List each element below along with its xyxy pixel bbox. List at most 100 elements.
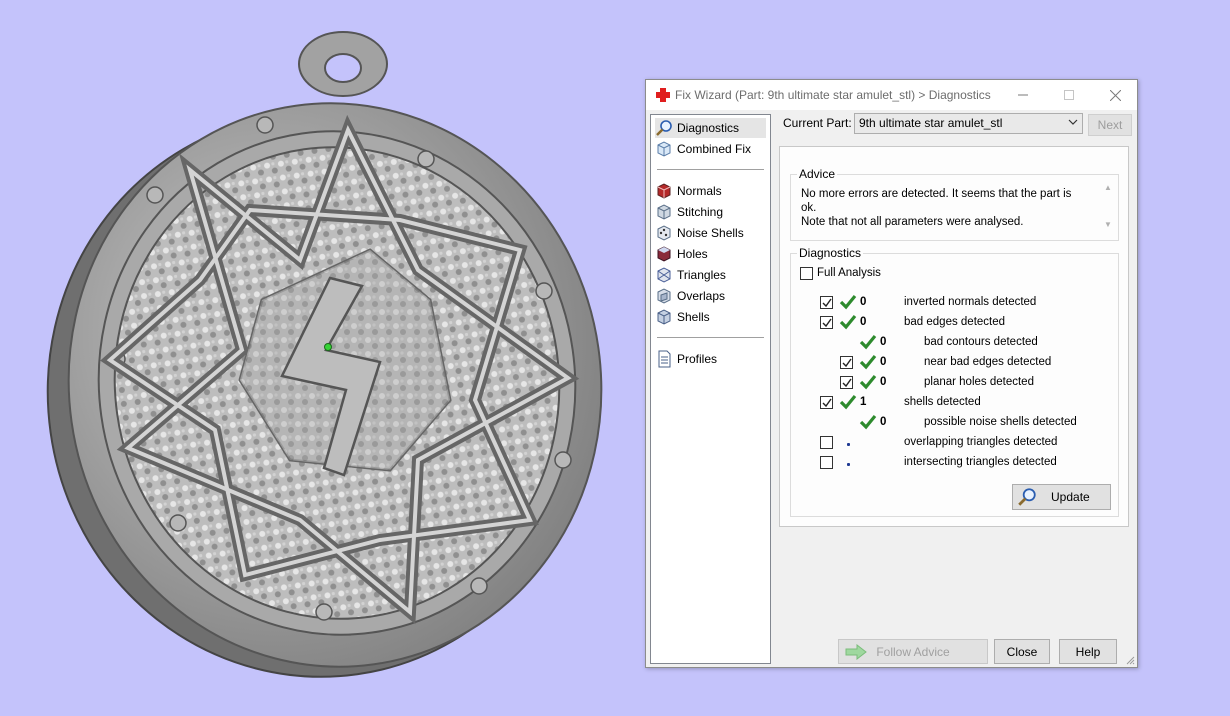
- close-button[interactable]: Close: [994, 639, 1050, 664]
- diagnostic-label: possible noise shells detected: [924, 416, 1077, 428]
- minimize-button[interactable]: [1000, 80, 1046, 110]
- follow-advice-button[interactable]: Follow Advice: [838, 639, 988, 664]
- nav-item-label: Diagnostics: [677, 121, 740, 135]
- diagnostic-count: 1: [860, 396, 867, 408]
- diagnostic-count: 0: [860, 316, 867, 328]
- scroll-down-icon[interactable]: ▼: [1104, 220, 1112, 229]
- scroll-up-icon[interactable]: ▲: [1104, 183, 1112, 192]
- diagnostic-label: overlapping triangles detected: [904, 436, 1058, 448]
- stitching-cube-icon: [657, 204, 671, 220]
- nav-item-overlaps[interactable]: Overlaps: [655, 286, 766, 306]
- close-icon: [1109, 89, 1121, 101]
- green-check-icon: [859, 374, 877, 390]
- overlaps-cube-icon: [657, 288, 671, 304]
- 3d-viewport[interactable]: [0, 0, 640, 713]
- nav-item-stitching[interactable]: Stitching: [655, 202, 766, 222]
- diagnostic-label: inverted normals detected: [904, 296, 1037, 308]
- document-icon: [658, 350, 671, 368]
- diagnostic-label: near bad edges detected: [924, 356, 1052, 368]
- nav-item-label: Combined Fix: [677, 142, 752, 156]
- nav-item-label: Stitching: [677, 205, 724, 219]
- close-window-button[interactable]: [1092, 80, 1138, 110]
- diagnostic-count: 0: [880, 336, 887, 348]
- pending-dot-icon: [847, 463, 850, 466]
- diagnostic-label: shells detected: [904, 396, 981, 408]
- nav-divider: [657, 169, 764, 170]
- green-check-icon: [859, 334, 877, 350]
- inverted-normals-checkbox[interactable]: [820, 296, 833, 309]
- update-button[interactable]: Update: [1012, 484, 1111, 510]
- maximize-icon: [1064, 90, 1074, 100]
- nav-item-label: Normals: [677, 184, 722, 198]
- nav-item-profiles[interactable]: Profiles: [655, 349, 766, 369]
- nav-item-shells[interactable]: Shells: [655, 307, 766, 327]
- diagnostic-label: intersecting triangles detected: [904, 456, 1057, 468]
- full-analysis-checkbox[interactable]: [800, 267, 813, 280]
- overlapping-triangles-checkbox[interactable]: [820, 436, 833, 449]
- bad-edges-checkbox[interactable]: [820, 316, 833, 329]
- magnifier-icon: [656, 120, 672, 136]
- advice-text: No more errors are detected. It seems th…: [801, 187, 1089, 229]
- green-check-icon: [839, 394, 857, 410]
- nav-item-label: Shells: [677, 310, 710, 324]
- checkmark-icon: [822, 298, 832, 307]
- nav-item-holes[interactable]: Holes: [655, 244, 766, 264]
- fix-wizard-dialog: Fix Wizard (Part: 9th ultimate star amul…: [645, 79, 1138, 668]
- diagnostic-count: 0: [860, 296, 867, 308]
- diagnostics-panel: Advice No more errors are detected. It s…: [779, 146, 1129, 527]
- diagnostic-label: bad contours detected: [924, 336, 1038, 348]
- current-part-label: Current Part:: [783, 116, 852, 130]
- nav-item-noise-shells[interactable]: Noise Shells: [655, 223, 766, 243]
- cube-icon: [657, 141, 671, 157]
- nav-divider: [657, 337, 764, 338]
- nav-item-label: Noise Shells: [677, 226, 744, 240]
- nav-item-label: Profiles: [677, 352, 718, 366]
- wizard-nav: Diagnostics Combined Fix Normals Stitchi…: [650, 114, 771, 664]
- nav-item-diagnostics[interactable]: Diagnostics: [655, 118, 766, 138]
- triangles-cube-icon: [657, 267, 671, 283]
- advice-scrollbar[interactable]: ▲ ▼: [1102, 183, 1114, 229]
- shells-checkbox[interactable]: [820, 396, 833, 409]
- green-check-icon: [839, 314, 857, 330]
- window-title: Fix Wizard (Part: 9th ultimate star amul…: [675, 88, 991, 102]
- nav-item-label: Triangles: [677, 268, 726, 282]
- green-check-icon: [859, 414, 877, 430]
- nav-item-combined-fix[interactable]: Combined Fix: [655, 139, 766, 159]
- red-cross-icon: [656, 88, 670, 102]
- advice-group: Advice No more errors are detected. It s…: [790, 167, 1119, 241]
- checkmark-icon: [842, 358, 852, 367]
- diagnostic-label: bad edges detected: [904, 316, 1006, 328]
- diagnostic-count: 0: [880, 416, 887, 428]
- noise-shells-cube-icon: [657, 225, 671, 241]
- checkmark-icon: [842, 378, 852, 387]
- diagnostic-count: 0: [880, 356, 887, 368]
- next-button[interactable]: Next: [1088, 114, 1132, 136]
- help-button[interactable]: Help: [1059, 639, 1117, 664]
- pending-dot-icon: [847, 443, 850, 446]
- intersecting-triangles-checkbox[interactable]: [820, 456, 833, 469]
- current-part-select[interactable]: 9th ultimate star amulet_stl: [854, 113, 1083, 134]
- nav-item-triangles[interactable]: Triangles: [655, 265, 766, 285]
- diagnostic-label: planar holes detected: [924, 376, 1034, 388]
- amulet-model[interactable]: [0, 0, 640, 713]
- update-label: Update: [1051, 490, 1090, 504]
- checkmark-icon: [822, 398, 832, 407]
- planar-holes-checkbox[interactable]: [840, 376, 853, 389]
- chevron-down-icon: [1068, 119, 1078, 125]
- advice-line: No more errors are detected. It seems th…: [801, 188, 1072, 214]
- nav-item-normals[interactable]: Normals: [655, 181, 766, 201]
- near-bad-edges-checkbox[interactable]: [840, 356, 853, 369]
- full-analysis-label: Full Analysis: [817, 267, 881, 279]
- title-bar[interactable]: Fix Wizard (Part: 9th ultimate star amul…: [646, 80, 1137, 110]
- follow-advice-label: Follow Advice: [876, 644, 950, 659]
- diagnostic-count: 0: [880, 376, 887, 388]
- maximize-button[interactable]: [1046, 80, 1092, 110]
- diagnostics-title: Diagnostics: [797, 246, 864, 260]
- nav-item-label: Overlaps: [677, 289, 726, 303]
- minimize-icon: [1018, 94, 1028, 96]
- resize-grip-icon[interactable]: [1125, 655, 1135, 665]
- diagnostics-group: Diagnostics Full Analysis 0 inverted nor…: [790, 246, 1119, 517]
- shells-cube-icon: [657, 309, 671, 325]
- green-check-icon: [859, 354, 877, 370]
- arrow-right-icon: [845, 644, 867, 660]
